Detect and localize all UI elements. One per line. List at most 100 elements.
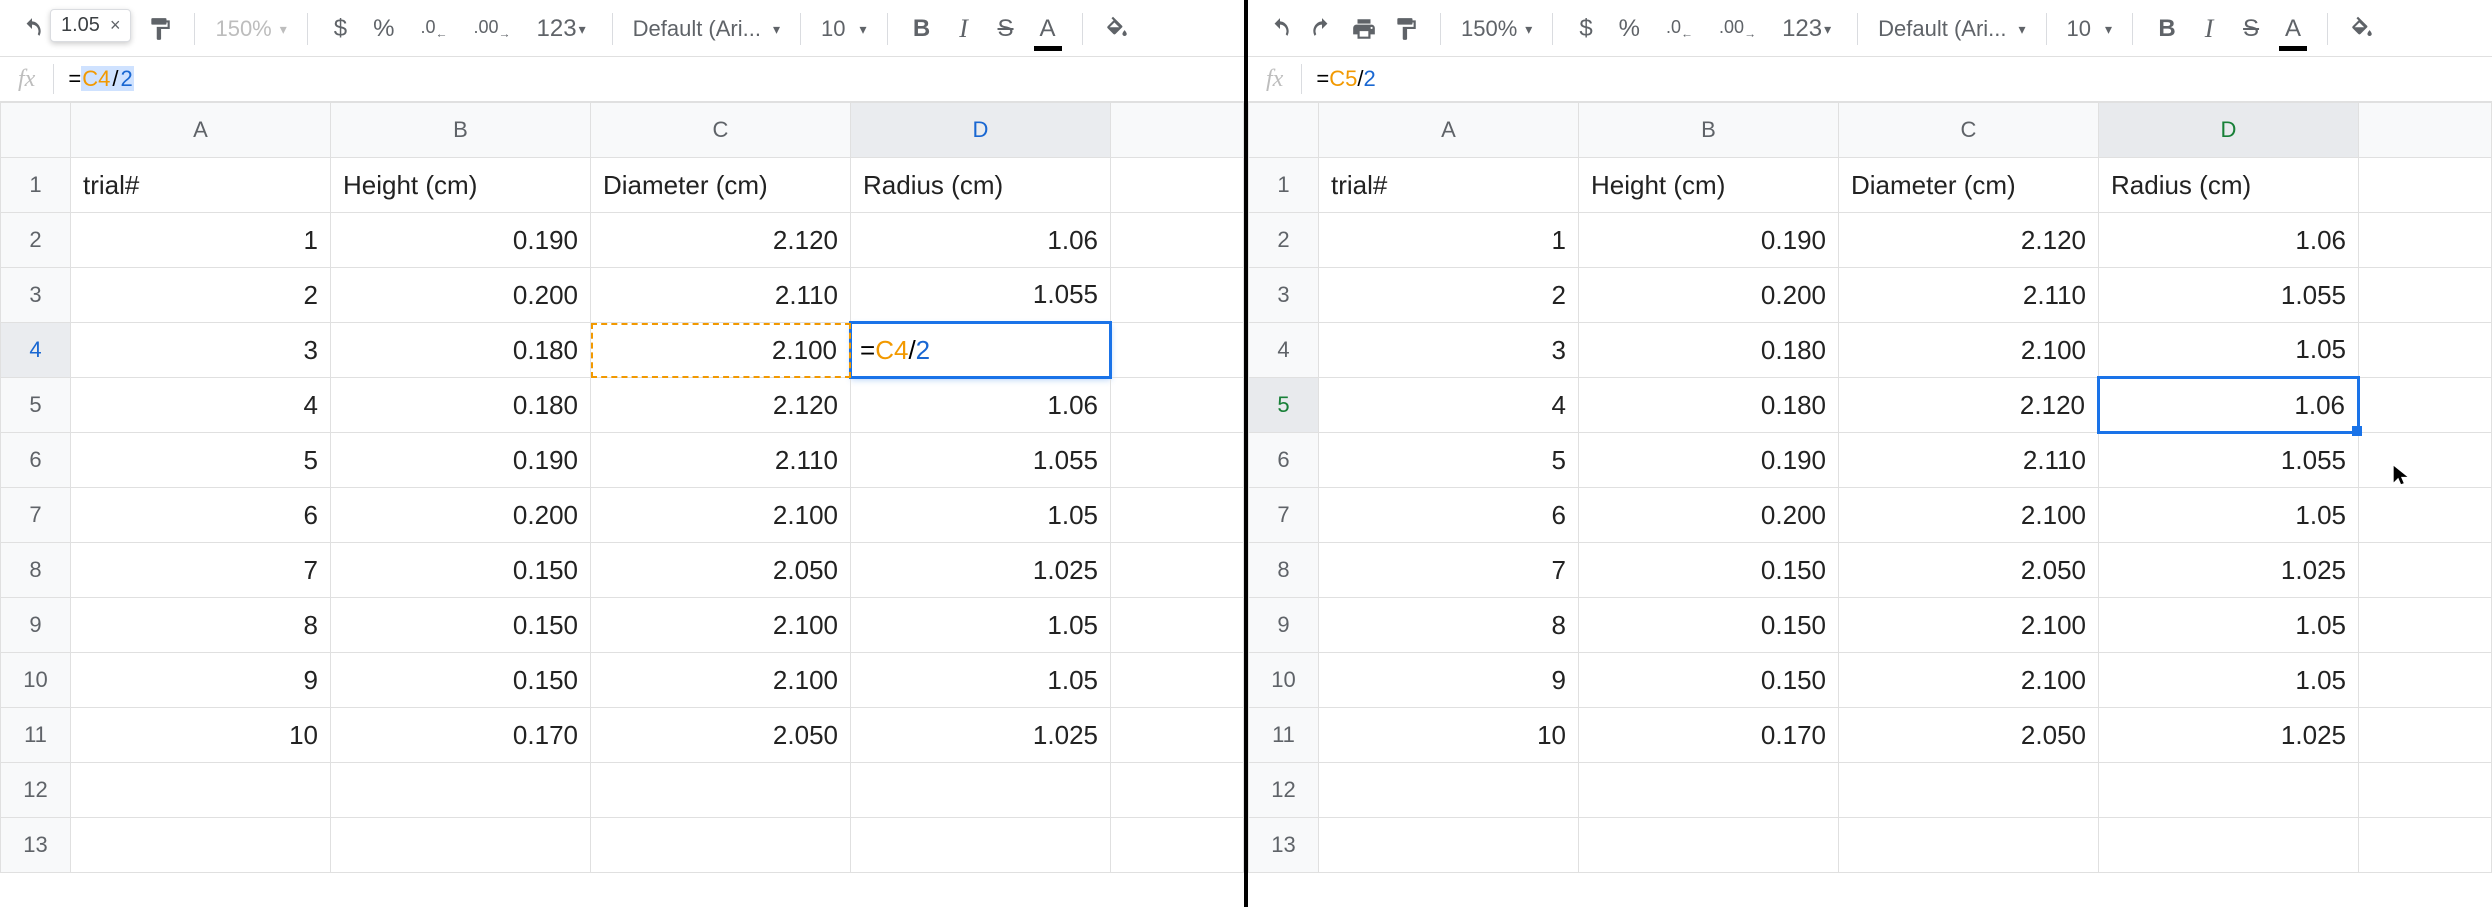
row-header-4[interactable]: 4 — [1, 323, 71, 378]
formula-input[interactable]: =C4/2 — [68, 66, 133, 92]
cell-D4-editing[interactable]: =C4/2 — [851, 323, 1111, 378]
spreadsheet-grid[interactable]: A B C D 1 trial# Height (cm) Diameter (c… — [0, 102, 1244, 907]
cell-B4[interactable]: 0.180 — [331, 323, 591, 378]
row-header-3[interactable]: 3 — [1, 268, 71, 323]
font-size-select[interactable]: 10▾ — [821, 16, 867, 42]
cell-C6[interactable]: 2.110 — [1839, 433, 2099, 488]
cell-A10[interactable]: 9 — [1319, 653, 1579, 708]
cell-B4[interactable]: 0.180 — [1579, 323, 1839, 378]
cell-C1[interactable]: Diameter (cm) — [1839, 158, 2099, 213]
col-header-C[interactable]: C — [1839, 103, 2099, 158]
cell-A5[interactable]: 4 — [71, 378, 331, 433]
cell-D2[interactable]: 1.06 — [851, 213, 1111, 268]
cell-C3[interactable]: 2.110 — [1839, 268, 2099, 323]
cell-B1[interactable]: Height (cm) — [331, 158, 591, 213]
cell-A8[interactable]: 7 — [1319, 543, 1579, 598]
bold-button[interactable]: B — [908, 11, 936, 47]
cell-D5-selected[interactable]: 1.06 — [2099, 378, 2359, 433]
fill-color-button[interactable] — [1103, 11, 1131, 47]
col-header-B[interactable]: B — [1579, 103, 1839, 158]
cell-A4[interactable]: 3 — [71, 323, 331, 378]
row-header-5[interactable]: 5 — [1249, 378, 1319, 433]
cell-A11[interactable]: 10 — [71, 708, 331, 763]
cell-B9[interactable]: 0.150 — [1579, 598, 1839, 653]
cell-A4[interactable]: 3 — [1319, 323, 1579, 378]
paint-format-button[interactable] — [1392, 11, 1420, 47]
strikethrough-button[interactable]: S — [992, 11, 1020, 47]
cell-C10[interactable]: 2.100 — [1839, 653, 2099, 708]
col-header-D[interactable]: D — [2099, 103, 2359, 158]
row-header-5[interactable]: 5 — [1, 378, 71, 433]
text-color-button[interactable]: A — [1034, 11, 1062, 47]
cell-C10[interactable]: 2.100 — [591, 653, 851, 708]
cell-A3[interactable]: 2 — [71, 268, 331, 323]
decrease-decimal-button[interactable]: .0← — [1660, 11, 1699, 47]
strikethrough-button[interactable]: S — [2237, 11, 2265, 47]
cell-D8[interactable]: 1.025 — [851, 543, 1111, 598]
row-header-10[interactable]: 10 — [1249, 653, 1319, 708]
cell-C5[interactable]: 2.120 — [1839, 378, 2099, 433]
increase-decimal-button[interactable]: .00→ — [1713, 11, 1762, 47]
cell-D8[interactable]: 1.025 — [2099, 543, 2359, 598]
row-header-8[interactable]: 8 — [1, 543, 71, 598]
cell-D9[interactable]: 1.05 — [851, 598, 1111, 653]
close-icon[interactable]: × — [110, 15, 121, 36]
cell-A1[interactable]: trial# — [71, 158, 331, 213]
cell-D1[interactable]: Radius (cm) — [2099, 158, 2359, 213]
cell-B6[interactable]: 0.190 — [331, 433, 591, 488]
cell-D11[interactable]: 1.025 — [2099, 708, 2359, 763]
cell-D6[interactable]: 1.055 — [2099, 433, 2359, 488]
cell-B7[interactable]: 0.200 — [331, 488, 591, 543]
format-currency-button[interactable]: $ — [1573, 11, 1598, 47]
cell-A1[interactable]: trial# — [1319, 158, 1579, 213]
cell-C4[interactable]: 2.100 — [591, 323, 851, 378]
increase-decimal-button[interactable]: .00→ — [468, 11, 517, 47]
select-all-corner[interactable] — [1249, 103, 1319, 158]
col-header-A[interactable]: A — [1319, 103, 1579, 158]
col-header-empty[interactable] — [1111, 103, 1244, 158]
font-family-select[interactable]: Default (Ari...▾ — [633, 16, 780, 42]
row-header-2[interactable]: 2 — [1, 213, 71, 268]
cell-C8[interactable]: 2.050 — [1839, 543, 2099, 598]
print-button[interactable] — [1350, 11, 1378, 47]
cell-D10[interactable]: 1.05 — [851, 653, 1111, 708]
formula-input[interactable]: =C5/2 — [1316, 66, 1375, 92]
font-size-select[interactable]: 10▾ — [2067, 16, 2113, 42]
col-header-A[interactable]: A — [71, 103, 331, 158]
col-header-D[interactable]: D — [851, 103, 1111, 158]
row-header-2[interactable]: 2 — [1249, 213, 1319, 268]
cell-A9[interactable]: 8 — [1319, 598, 1579, 653]
row-header-1[interactable]: 1 — [1249, 158, 1319, 213]
more-formats-button[interactable]: 123▾ — [531, 11, 592, 47]
cell-A8[interactable]: 7 — [71, 543, 331, 598]
cell-B10[interactable]: 0.150 — [331, 653, 591, 708]
cell-C4[interactable]: 2.100 — [1839, 323, 2099, 378]
cell-A10[interactable]: 9 — [71, 653, 331, 708]
col-header-C[interactable]: C — [591, 103, 851, 158]
cell-B5[interactable]: 0.180 — [1579, 378, 1839, 433]
format-percent-button[interactable]: % — [1613, 11, 1646, 47]
col-header-empty[interactable] — [2359, 103, 2492, 158]
cell-A2[interactable]: 1 — [1319, 213, 1579, 268]
cell-D2[interactable]: 1.06 — [2099, 213, 2359, 268]
cell-C1[interactable]: Diameter (cm) — [591, 158, 851, 213]
cell-C9[interactable]: 2.100 — [591, 598, 851, 653]
cell-B9[interactable]: 0.150 — [331, 598, 591, 653]
zoom-select[interactable]: 150%▾ — [215, 16, 286, 42]
row-header-12[interactable]: 12 — [1, 763, 71, 818]
cell-D6[interactable]: 1.055 — [851, 433, 1111, 488]
fill-color-button[interactable] — [2348, 11, 2376, 47]
cell-C2[interactable]: 2.120 — [1839, 213, 2099, 268]
cell-C7[interactable]: 2.100 — [1839, 488, 2099, 543]
cell-C11[interactable]: 2.050 — [1839, 708, 2099, 763]
undo-button[interactable] — [1266, 11, 1294, 47]
cell-B2[interactable]: 0.190 — [331, 213, 591, 268]
cell-A11[interactable]: 10 — [1319, 708, 1579, 763]
cell-C6[interactable]: 2.110 — [591, 433, 851, 488]
cell-C3[interactable]: 2.110 — [591, 268, 851, 323]
cell-B1[interactable]: Height (cm) — [1579, 158, 1839, 213]
cell-C5[interactable]: 2.120 — [591, 378, 851, 433]
row-header-10[interactable]: 10 — [1, 653, 71, 708]
cell-B7[interactable]: 0.200 — [1579, 488, 1839, 543]
formula-bar[interactable]: fx =C5/2 — [1248, 56, 2492, 102]
